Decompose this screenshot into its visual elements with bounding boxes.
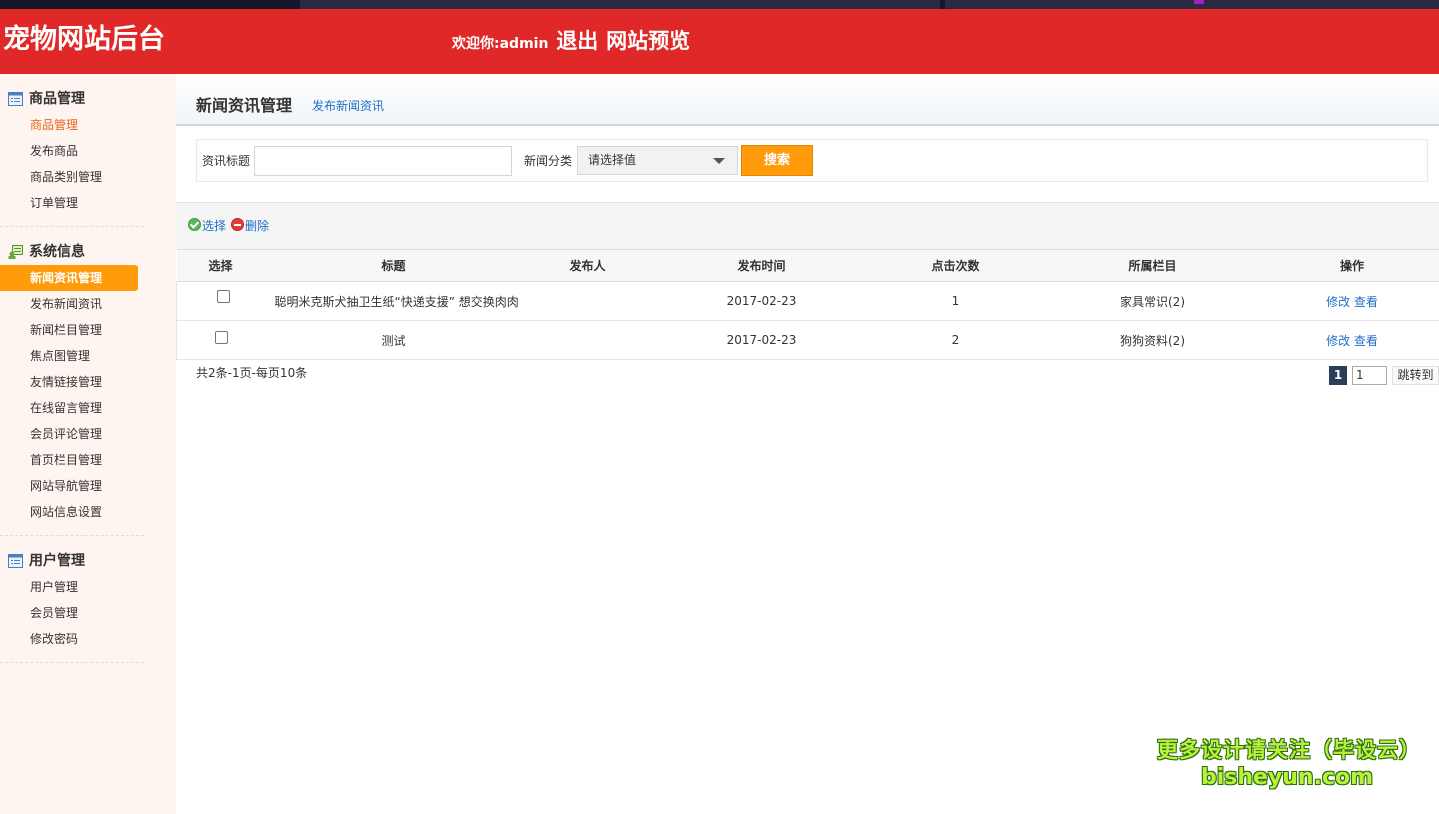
news-table: 选择 标题 发布人 发布时间 点击次数 所属栏目 操作 聪明米克斯犬抽卫生纸“快…	[176, 249, 1439, 360]
cell-clicks: 1	[870, 281, 1041, 321]
select-button-label: 选择	[202, 219, 227, 233]
cell-actions: 修改 查看	[1264, 281, 1439, 321]
header: 宠物网站后台 欢迎你:admin 退出 网站预览	[0, 9, 1439, 74]
delete-button[interactable]: 删除	[231, 217, 269, 234]
row-checkbox[interactable]	[215, 331, 229, 344]
check-circle-icon	[188, 218, 201, 231]
column-header: 发布人	[522, 249, 653, 282]
page-title: 新闻资讯管理	[196, 96, 293, 115]
sidebar-divider	[0, 662, 144, 663]
category-select[interactable]: 请选择值	[577, 146, 738, 175]
column-header: 点击次数	[870, 249, 1041, 282]
watermark-line1: 更多设计请关注（毕设云）	[1157, 738, 1421, 762]
top-strip-segment	[300, 0, 940, 9]
view-link[interactable]: 查看	[1354, 334, 1378, 348]
main-content: 新闻资讯管理 发布新闻资讯 资讯标题 新闻分类 请选择值 搜索 选择 删除 选择…	[176, 74, 1439, 814]
list-icon	[8, 92, 23, 106]
column-header: 标题	[264, 249, 523, 282]
chevron-down-icon	[713, 158, 725, 164]
toolbar: 选择 删除	[176, 202, 1439, 249]
sidebar-divider	[0, 226, 144, 227]
watermark: 更多设计请关注（毕设云） bisheyun.com	[1157, 735, 1421, 791]
site-preview-link[interactable]: 网站预览	[606, 29, 690, 53]
page-header: 新闻资讯管理 发布新闻资讯	[176, 74, 1439, 126]
minus-circle-icon	[231, 218, 244, 231]
sidebar-item-product-category[interactable]: 商品类别管理	[0, 164, 176, 190]
cell-title: 测试	[264, 320, 523, 360]
cell-clicks: 2	[870, 320, 1041, 360]
sidebar-group-users: 用户管理 用户管理 会员管理 修改密码	[0, 548, 176, 663]
column-header: 操作	[1264, 249, 1439, 282]
page-number-current[interactable]: 1	[1329, 366, 1347, 385]
sidebar-item-orders[interactable]: 订单管理	[0, 190, 176, 216]
cell-date: 2017-02-23	[652, 320, 871, 360]
sidebar-item-news-management[interactable]: 新闻资讯管理	[0, 265, 138, 291]
sidebar-group-label: 商品管理	[29, 91, 85, 107]
sidebar-group-title[interactable]: 商品管理	[0, 86, 176, 112]
edit-link[interactable]: 修改	[1326, 334, 1350, 348]
sidebar-item-member-management[interactable]: 会员管理	[0, 600, 176, 626]
top-strip	[0, 0, 1439, 9]
column-header: 所属栏目	[1040, 249, 1265, 282]
page-jump-button[interactable]: 跳转到	[1392, 366, 1439, 385]
cell-actions: 修改 查看	[1264, 320, 1439, 360]
sidebar-divider	[0, 535, 144, 536]
top-strip-mark	[1194, 0, 1204, 4]
sidebar-group-products: 商品管理 商品管理 发布商品 商品类别管理 订单管理	[0, 86, 176, 227]
pagination-summary: 共2条-1页-每页10条	[196, 366, 308, 380]
sidebar-item-change-password[interactable]: 修改密码	[0, 626, 176, 652]
sidebar-group-label: 用户管理	[29, 553, 85, 569]
sidebar-item-friend-links[interactable]: 友情链接管理	[0, 369, 176, 395]
select-button[interactable]: 选择	[188, 217, 226, 234]
title-search-input[interactable]	[254, 146, 512, 176]
table-header-row: 选择 标题 发布人 发布时间 点击次数 所属栏目 操作	[176, 249, 1439, 282]
sidebar-item-product-management[interactable]: 商品管理	[0, 112, 176, 138]
cell-publisher	[522, 320, 653, 360]
cell-date: 2017-02-23	[652, 281, 871, 321]
edit-link[interactable]: 修改	[1326, 295, 1350, 309]
sidebar-item-publish-product[interactable]: 发布商品	[0, 138, 176, 164]
sidebar-item-publish-news[interactable]: 发布新闻资讯	[0, 291, 176, 317]
title-search-label: 资讯标题	[202, 154, 251, 168]
site-title: 宠物网站后台	[3, 24, 165, 55]
welcome-area: 欢迎你:admin 退出 网站预览	[452, 26, 690, 59]
sidebar-item-site-navigation[interactable]: 网站导航管理	[0, 473, 176, 499]
list-icon	[8, 554, 23, 568]
row-checkbox[interactable]	[217, 290, 231, 303]
sidebar-item-user-management[interactable]: 用户管理	[0, 574, 176, 600]
welcome-text: 欢迎你:admin	[452, 36, 549, 52]
sidebar-group-title[interactable]: 用户管理	[0, 548, 176, 574]
search-panel: 资讯标题 新闻分类 请选择值 搜索	[196, 139, 1428, 182]
cell-category: 家具常识(2)	[1040, 281, 1265, 321]
sidebar-item-focus-images[interactable]: 焦点图管理	[0, 343, 176, 369]
sidebar-item-site-settings[interactable]: 网站信息设置	[0, 499, 176, 525]
table-row: 测试 2017-02-23 2 狗狗资料(2) 修改 查看	[176, 320, 1439, 360]
column-header: 选择	[176, 249, 265, 282]
sidebar-item-news-columns[interactable]: 新闻栏目管理	[0, 317, 176, 343]
watermark-line2: bisheyun.com	[1200, 765, 1374, 790]
sidebar-group-system: 系统信息 新闻资讯管理 发布新闻资讯 新闻栏目管理 焦点图管理 友情链接管理 在…	[0, 239, 176, 536]
sidebar-item-member-comments[interactable]: 会员评论管理	[0, 421, 176, 447]
top-strip-segment	[945, 0, 1439, 9]
table-row: 聪明米克斯犬抽卫生纸“快递支援” 想交换肉肉 2017-02-23 1 家具常识…	[176, 281, 1439, 321]
logout-link[interactable]: 退出	[556, 29, 598, 53]
category-select-value: 请选择值	[588, 153, 637, 167]
search-button[interactable]: 搜索	[741, 145, 813, 176]
cell-category: 狗狗资料(2)	[1040, 320, 1265, 360]
column-header: 发布时间	[652, 249, 871, 282]
sidebar-group-label: 系统信息	[29, 244, 85, 260]
cell-title: 聪明米克斯犬抽卫生纸“快递支援” 想交换肉肉	[264, 281, 523, 321]
page-jump-input[interactable]: 1	[1352, 366, 1387, 385]
system-info-icon	[8, 245, 23, 259]
delete-button-label: 删除	[245, 219, 270, 233]
category-label: 新闻分类	[524, 154, 573, 168]
sidebar-group-title[interactable]: 系统信息	[0, 239, 176, 265]
cell-publisher	[522, 281, 653, 321]
sidebar-item-online-messages[interactable]: 在线留言管理	[0, 395, 176, 421]
publish-news-link[interactable]: 发布新闻资讯	[312, 97, 384, 114]
view-link[interactable]: 查看	[1354, 295, 1378, 309]
sidebar-item-home-columns[interactable]: 首页栏目管理	[0, 447, 176, 473]
sidebar: 商品管理 商品管理 发布商品 商品类别管理 订单管理 系统信息 新闻资讯管理 发…	[0, 74, 176, 814]
